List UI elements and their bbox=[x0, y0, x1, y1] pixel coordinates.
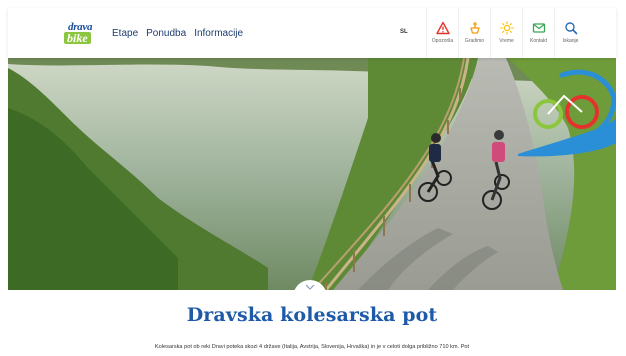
hero-photo-cyclists bbox=[8, 58, 616, 290]
tool-label: Gradimo bbox=[464, 38, 485, 44]
tool-iskanje-button[interactable]: Iskanje bbox=[554, 8, 586, 58]
page-title: Dravska kolesarska pot bbox=[186, 304, 438, 326]
language-switch[interactable]: SL bbox=[400, 29, 408, 35]
tool-gradimo-button[interactable]: Gradimo bbox=[458, 8, 490, 58]
intro-text: Kolesarska pot ob reki Dravi poteka skoz… bbox=[154, 344, 470, 350]
nav-item-ponudba[interactable]: Ponudba bbox=[146, 28, 186, 39]
site-header: drava bike Etape Ponudba Informacije SL … bbox=[8, 8, 616, 58]
main-nav: Etape Ponudba Informacije bbox=[112, 8, 243, 58]
tool-opozorila-button[interactable]: Opozorila bbox=[426, 8, 458, 58]
warning-icon bbox=[435, 21, 450, 35]
nav-item-etape[interactable]: Etape bbox=[112, 28, 138, 39]
tool-label: Vreme bbox=[499, 38, 514, 44]
tool-label: Kontakt bbox=[530, 38, 547, 44]
hero-image bbox=[8, 58, 616, 290]
chevron-down-icon bbox=[305, 284, 315, 290]
tool-kontakt-button[interactable]: Kontakt bbox=[522, 8, 554, 58]
tool-label: Opozorila bbox=[431, 38, 454, 44]
logo-text-bottom: bike bbox=[64, 32, 91, 44]
tool-label: Iskanje bbox=[562, 38, 579, 44]
header-tools: Opozorila Gradimo Vreme Kontakt Iskanje bbox=[426, 8, 586, 58]
search-icon bbox=[564, 22, 577, 35]
construction-icon bbox=[469, 22, 480, 34]
sun-icon bbox=[499, 21, 514, 35]
drava-bike-logo[interactable]: drava bike bbox=[64, 21, 104, 47]
mail-icon bbox=[532, 23, 545, 33]
nav-item-informacije[interactable]: Informacije bbox=[194, 28, 243, 39]
tool-vreme-button[interactable]: Vreme bbox=[490, 8, 522, 58]
